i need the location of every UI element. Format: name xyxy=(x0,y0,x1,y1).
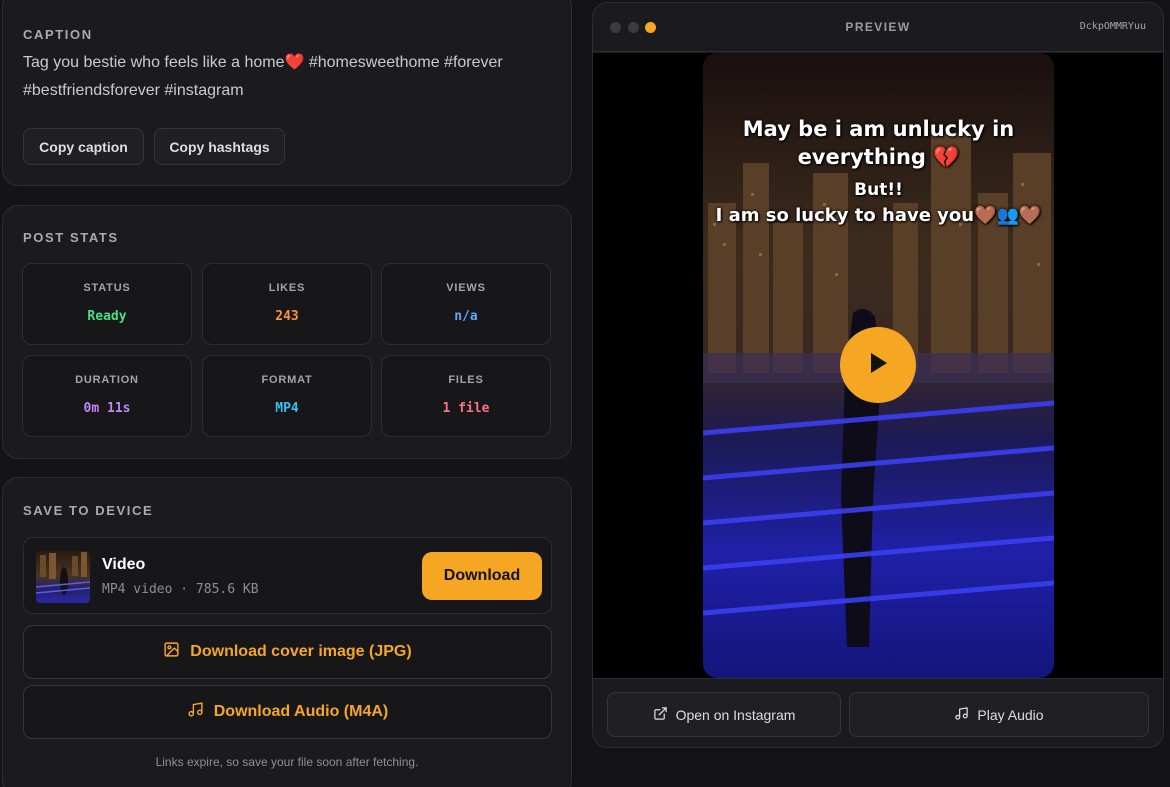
preview-panel: PREVIEW DckpOMMRYuu May be i am unlucky … xyxy=(592,2,1164,748)
post-stats-card: POST STATS STATUS Ready LIKES 243 VIEWS … xyxy=(2,205,572,459)
download-audio-label: Download Audio (M4A) xyxy=(213,703,389,720)
stat-value: 243 xyxy=(275,309,299,324)
stat-label: DURATION xyxy=(75,374,139,386)
preview-label: PREVIEW xyxy=(845,20,911,34)
play-audio-label: Play Audio xyxy=(977,706,1044,723)
stat-label: STATUS xyxy=(83,282,131,294)
music-note-icon xyxy=(954,706,969,724)
stat-files: FILES 1 file xyxy=(381,355,551,437)
play-button[interactable] xyxy=(840,327,916,403)
expiry-footnote: Links expire, so save your file soon aft… xyxy=(155,755,419,769)
caption-title: CAPTION xyxy=(23,27,93,42)
stat-value: 0m 11s xyxy=(83,401,131,416)
video-thumbnail xyxy=(36,551,90,603)
stat-label: VIEWS xyxy=(446,282,486,294)
preview-window-bar: PREVIEW DckpOMMRYuu xyxy=(593,3,1163,52)
video-player[interactable]: May be i am unlucky in everything 💔 But!… xyxy=(703,53,1054,678)
heart-emoji: ❤️ xyxy=(284,54,305,71)
stat-format: FORMAT MP4 xyxy=(202,355,372,437)
caption-body: Tag you bestie who feels like a home xyxy=(23,54,285,71)
video-stage: May be i am unlucky in everything 💔 But!… xyxy=(593,53,1163,678)
download-cover-label: Download cover image (JPG) xyxy=(190,643,412,660)
download-audio-button[interactable]: Download Audio (M4A) xyxy=(23,685,552,739)
overlay-line-4: I am so lucky to have you🤎👥🤎 xyxy=(715,205,1042,226)
stat-status: STATUS Ready xyxy=(22,263,192,345)
stat-label: LIKES xyxy=(268,282,306,294)
save-title: SAVE TO DEVICE xyxy=(23,503,154,518)
copy-caption-button[interactable]: Copy caption xyxy=(23,128,144,165)
stat-value: Ready xyxy=(87,309,127,324)
post-stats-title: POST STATS xyxy=(23,230,119,245)
music-note-icon xyxy=(187,701,204,723)
play-audio-button[interactable]: Play Audio xyxy=(849,692,1149,737)
caption-card: CAPTION Tag you bestie who feels like a … xyxy=(2,0,572,186)
open-on-instagram-label: Open on Instagram xyxy=(675,706,796,723)
stat-label: FILES xyxy=(448,374,484,386)
video-file-row: Video MP4 video · 785.6 KB Download xyxy=(23,537,552,614)
file-name: Video xyxy=(102,556,146,573)
stat-value: n/a xyxy=(454,309,478,324)
stat-value: 1 file xyxy=(442,401,490,416)
save-to-device-card: SAVE TO DEVICE Video MP4 video · 785.6 K… xyxy=(2,477,572,787)
stat-duration: DURATION 0m 11s xyxy=(22,355,192,437)
file-meta: MP4 video · 785.6 KB xyxy=(102,582,259,597)
download-button[interactable]: Download xyxy=(422,552,542,600)
overlay-line-3: But!! xyxy=(854,180,903,200)
download-cover-button[interactable]: Download cover image (JPG) xyxy=(23,625,552,679)
open-on-instagram-button[interactable]: Open on Instagram xyxy=(607,692,841,737)
stat-views: VIEWS n/a xyxy=(381,263,551,345)
post-id: DckpOMMRYuu xyxy=(1079,21,1146,32)
preview-actions: Open on Instagram Play Audio xyxy=(593,678,1163,748)
overlay-line-2: everything 💔 xyxy=(797,145,960,169)
copy-hashtags-button[interactable]: Copy hashtags xyxy=(154,128,285,165)
play-icon xyxy=(867,351,889,380)
stat-label: FORMAT xyxy=(261,374,313,386)
caption-text: Tag you bestie who feels like a home❤️ #… xyxy=(23,49,543,105)
stat-likes: LIKES 243 xyxy=(202,263,372,345)
image-icon xyxy=(163,641,180,663)
overlay-line-1: May be i am unlucky in xyxy=(742,117,1015,141)
stat-value: MP4 xyxy=(275,401,299,416)
external-link-icon xyxy=(653,706,668,724)
